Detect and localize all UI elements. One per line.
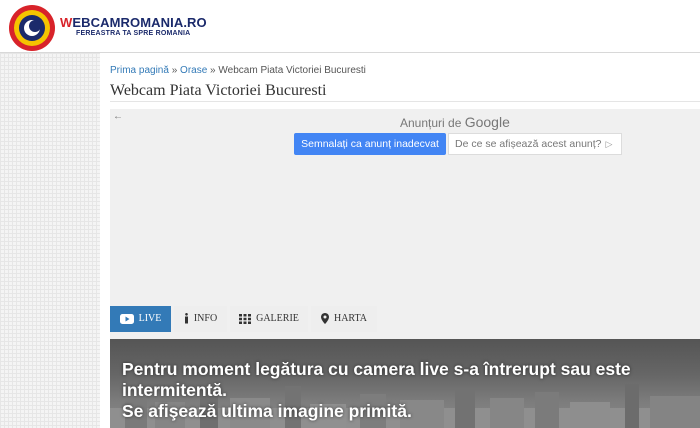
grid-icon	[239, 313, 252, 324]
report-ad-button[interactable]: Semnalați ca anunț inadecvat	[294, 133, 446, 155]
map-marker-icon	[320, 313, 329, 325]
site-tagline: FEREASTRA TA SPRE ROMANIA	[76, 30, 191, 37]
ad-back-arrow-icon[interactable]: ←	[113, 111, 123, 122]
breadcrumb-section-link[interactable]: Orase	[180, 65, 207, 76]
main-content: Prima pagină » Orase » Webcam Piata Vict…	[100, 53, 700, 428]
breadcrumb-separator: »	[168, 65, 181, 76]
live-offline-message-line2: Se afişează ultima imagine primită.	[122, 401, 412, 421]
youtube-play-icon	[119, 313, 134, 324]
live-camera-view[interactable]: Pentru moment legătura cu camera live s-…	[110, 339, 700, 428]
google-logo-text: Google	[464, 114, 510, 130]
live-offline-message: Pentru moment legătura cu camera live s-…	[122, 359, 692, 422]
info-icon	[184, 313, 188, 324]
breadcrumb-home-link[interactable]: Prima pagină	[110, 65, 169, 76]
live-offline-message-line1: Pentru moment legătura cu camera live s-…	[122, 359, 631, 400]
site-logo-text[interactable]: WEBCAMROMANIA.RO	[60, 15, 207, 30]
tab-info[interactable]: INFO	[174, 306, 227, 332]
left-background	[0, 53, 100, 428]
site-logo-icon[interactable]	[8, 4, 56, 52]
tab-harta[interactable]: HARTA	[311, 306, 377, 332]
breadcrumb-separator: »	[207, 65, 219, 76]
tab-galerie[interactable]: GALERIE	[230, 306, 308, 332]
why-this-ad-button[interactable]: De ce se afișează acest anunț? ▷	[448, 133, 622, 155]
site-header: WEBCAMROMANIA.RO FEREASTRA TA SPRE ROMAN…	[0, 0, 700, 53]
breadcrumb-current: Webcam Piata Victoriei Bucuresti	[218, 65, 366, 76]
breadcrumb: Prima pagină » Orase » Webcam Piata Vict…	[110, 65, 366, 76]
title-divider	[110, 101, 700, 102]
play-triangle-icon: ▷	[605, 139, 613, 149]
ad-label: Anunțuri de Google	[400, 114, 510, 130]
tab-live[interactable]: LIVE	[110, 306, 171, 332]
page-title: Webcam Piata Victoriei Bucuresti	[110, 82, 327, 99]
